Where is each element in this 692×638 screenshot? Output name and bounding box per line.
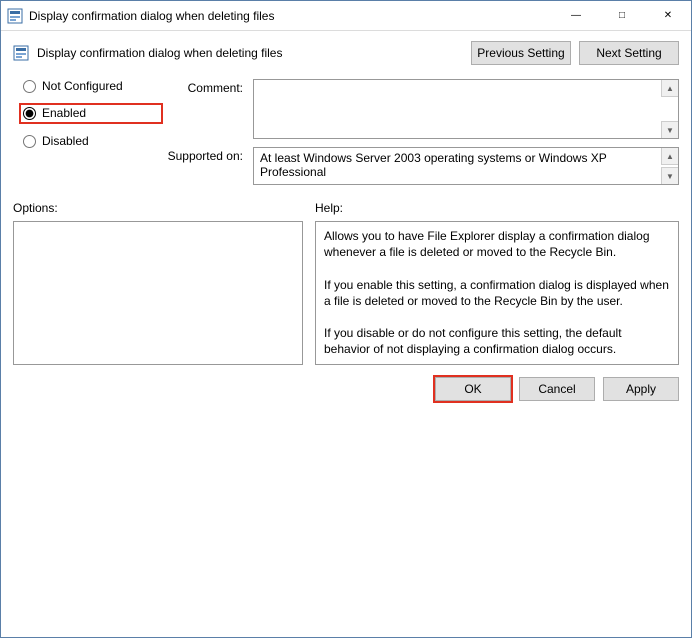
window-title: Display confirmation dialog when deletin… xyxy=(29,9,553,23)
scroll-down-icon[interactable]: ▼ xyxy=(661,121,678,138)
supported-on-value: At least Windows Server 2003 operating s… xyxy=(260,151,607,179)
state-row: Not Configured Enabled Disabled Comment:… xyxy=(13,79,679,185)
content-area: Display confirmation dialog when deletin… xyxy=(1,31,691,637)
close-button[interactable]: ✕ xyxy=(645,1,691,30)
comment-textbox[interactable]: ▲ ▼ xyxy=(253,79,679,139)
radio-enabled-input[interactable] xyxy=(23,107,36,120)
previous-setting-button[interactable]: Previous Setting xyxy=(471,41,571,65)
titlebar: Display confirmation dialog when deletin… xyxy=(1,1,691,31)
mid-row: Options: Help: Allows you to have File E… xyxy=(13,201,679,365)
app-icon xyxy=(7,8,23,24)
apply-button[interactable]: Apply xyxy=(603,377,679,401)
options-label: Options: xyxy=(13,201,303,215)
radio-disabled[interactable]: Disabled xyxy=(23,134,163,148)
state-radio-group: Not Configured Enabled Disabled xyxy=(13,79,163,148)
cancel-button[interactable]: Cancel xyxy=(519,377,595,401)
radio-not-configured-label: Not Configured xyxy=(42,79,123,93)
supported-on-box: At least Windows Server 2003 operating s… xyxy=(253,147,679,185)
radio-disabled-input[interactable] xyxy=(23,135,36,148)
header-row: Display confirmation dialog when deletin… xyxy=(13,41,679,65)
dialog-title: Display confirmation dialog when deletin… xyxy=(35,46,465,60)
comment-label: Comment: xyxy=(163,79,249,95)
radio-not-configured[interactable]: Not Configured xyxy=(23,79,163,93)
radio-enabled[interactable]: Enabled xyxy=(19,103,163,124)
scroll-up-icon[interactable]: ▲ xyxy=(661,80,678,97)
maximize-button[interactable]: □ xyxy=(599,1,645,30)
ok-button[interactable]: OK xyxy=(435,377,511,401)
next-setting-button[interactable]: Next Setting xyxy=(579,41,679,65)
supported-label: Supported on: xyxy=(163,147,249,163)
options-panel xyxy=(13,221,303,365)
help-panel: Allows you to have File Explorer display… xyxy=(315,221,679,365)
radio-disabled-label: Disabled xyxy=(42,134,89,148)
window-controls: — □ ✕ xyxy=(553,1,691,30)
policy-icon xyxy=(13,45,29,61)
scroll-up-icon[interactable]: ▲ xyxy=(661,148,678,165)
radio-enabled-label: Enabled xyxy=(42,106,86,120)
scroll-down-icon[interactable]: ▼ xyxy=(661,167,678,184)
help-label: Help: xyxy=(315,201,679,215)
footer: OK Cancel Apply xyxy=(13,377,679,401)
radio-not-configured-input[interactable] xyxy=(23,80,36,93)
minimize-button[interactable]: — xyxy=(553,1,599,30)
